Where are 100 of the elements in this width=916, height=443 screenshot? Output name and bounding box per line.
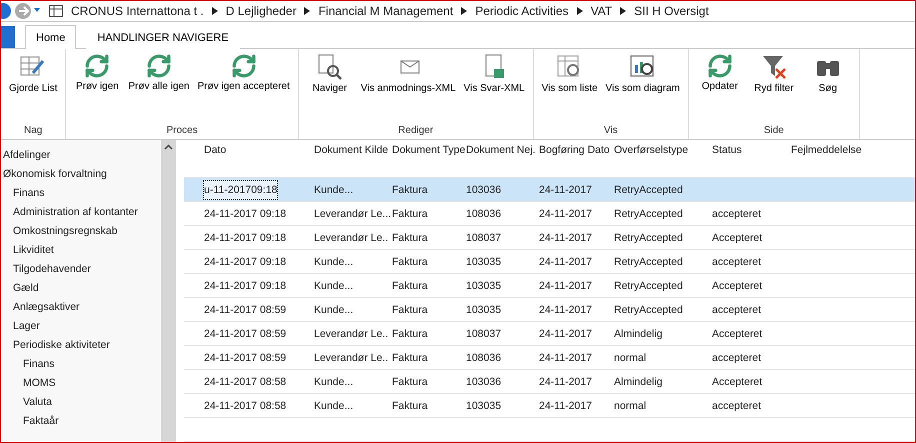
ribbon-action-button[interactable]: Opdater: [694, 49, 745, 125]
scrollbar[interactable]: [161, 140, 176, 442]
table-cell: Accepteret: [712, 328, 762, 340]
navigation-item[interactable]: Periodiske aktiviteter: [1, 336, 161, 355]
table-cell: u-11-201709:18: [204, 180, 278, 198]
breadcrumb-link[interactable]: Financial M Management: [318, 4, 454, 18]
column-header[interactable]: Dokument Nej.: [466, 140, 539, 157]
navigation-item[interactable]: Finans: [1, 355, 161, 374]
table-row[interactable]: 24-11-2017 09:18 Kunde... Faktura 103035 24-11-2017 RetryAccepted accepteret: [184, 250, 915, 274]
table-cell: Leverandør Le..: [314, 232, 388, 244]
group-label: Rediger: [398, 125, 434, 138]
table-cell: Leverandør Le..: [314, 352, 388, 364]
column-header[interactable]: Overførselstype: [614, 140, 712, 157]
table-row[interactable]: 24-11-2017 08:59 Kunde... Faktura 103035 24-11-2017 RetryAccepted accepteret: [184, 298, 915, 322]
table-cell: 24-11-2017 09:18: [204, 208, 286, 220]
table-cell: Faktura: [392, 280, 428, 292]
navigation-item[interactable]: Faktaår: [1, 412, 161, 431]
table-cell: 24-11-2017 08:58: [204, 376, 286, 388]
table-cell: 103036: [466, 376, 502, 388]
table-cell: 24-11-2017 09:18: [204, 256, 286, 268]
table-cell: 24-11-2017: [539, 184, 592, 196]
grid-icon: [49, 5, 63, 17]
ribbon-tab[interactable]: Home: [25, 25, 76, 49]
breadcrumb-link[interactable]: SII H Oversigt: [634, 4, 709, 18]
ribbon-action-button[interactable]: Prøv igen accepteret: [196, 49, 292, 125]
group-label: Nag: [24, 125, 42, 138]
table-cell: 24-11-2017 08:58: [204, 400, 286, 412]
table-cell: Kunde...: [314, 376, 354, 388]
breadcrumb-link[interactable]: D Lejligheder: [226, 4, 296, 18]
refresh-icon: [84, 53, 110, 79]
breadcrumb-arrow-icon: [212, 7, 218, 15]
breadcrumb-link[interactable]: VAT: [590, 4, 612, 18]
group-label: Proces: [166, 125, 198, 138]
navigation-item[interactable]: Likviditet: [1, 241, 161, 260]
refresh-icon: [146, 53, 172, 79]
navigation-item[interactable]: Økonomisk forvaltning: [1, 165, 161, 184]
navigation-item[interactable]: Tilgodehavender: [1, 260, 161, 279]
back-icon[interactable]: [1, 2, 41, 20]
column-header[interactable]: Bogføring Dato: [539, 140, 614, 157]
table-cell: RetryAccepted: [614, 232, 683, 244]
navigation-item[interactable]: Afdelinger: [1, 146, 161, 165]
table-row[interactable]: 24-11-2017 08:59 Leverandør Le.. Faktura 108036 24-11-2017 normal accepteret: [184, 346, 915, 370]
table-cell: Kunde...: [314, 280, 354, 292]
navigation-item[interactable]: Lager: [1, 317, 161, 336]
table-cell: Accepteret: [712, 280, 762, 292]
navigation-item[interactable]: Administration af kontanter: [1, 203, 161, 222]
ribbon-action-button[interactable]: Søg: [802, 49, 853, 125]
table-cell: Faktura: [392, 352, 428, 364]
navigation-item[interactable]: Anlægsaktiver: [1, 298, 161, 317]
column-header[interactable]: Fejlmeddelelse: [791, 140, 915, 157]
table-cell: Almindelig: [614, 376, 662, 388]
ribbon-action-button[interactable]: Naviger: [304, 49, 355, 125]
table-row[interactable]: 24-11-2017 09:18 Leverandør Le.. Faktura 108037 24-11-2017 RetryAccepted Accepteret: [184, 226, 915, 250]
breadcrumb-link[interactable]: Periodic Activities: [475, 4, 569, 18]
table-row[interactable]: 24-11-2017 08:58 Kunde... Faktura 103036 24-11-2017 Almindelig Accepteret: [184, 370, 915, 394]
ribbon-action-button[interactable]: Vis Svar-XML: [462, 49, 527, 125]
table-row[interactable]: u-11-201709:18 Kunde... Faktura 103036 24-11-2017 RetryAccepted: [184, 178, 915, 202]
table-cell: 24-11-2017 08:59: [204, 352, 286, 364]
breadcrumb-arrow-icon: [576, 7, 583, 15]
ribbon-action-button[interactable]: Prøv alle igen: [126, 49, 192, 125]
table-cell: 103036: [466, 184, 502, 196]
breadcrumb-link[interactable]: CRONUS Internattona t .: [71, 4, 204, 18]
table-cell: Faktura: [392, 184, 428, 196]
table-cell: Faktura: [392, 376, 428, 388]
document-search-icon: [316, 53, 344, 81]
navigation-item[interactable]: Valuta: [1, 393, 161, 412]
ribbon-action-button[interactable]: Vis som diagram: [604, 49, 682, 125]
navigation-item[interactable]: Finans: [1, 184, 161, 203]
table-cell: 24-11-2017 08:59: [204, 304, 286, 316]
table-cell: Kunde...: [314, 256, 354, 268]
ribbon-action-button[interactable]: Vis anmodnings-XML: [358, 49, 458, 125]
navigation-item[interactable]: MOMS: [1, 374, 161, 393]
ribbon-action-button[interactable]: Prøv igen: [72, 49, 122, 125]
table-cell: 24-11-2017: [539, 208, 592, 220]
ribbon-action-button[interactable]: Gjorde List: [7, 49, 60, 125]
column-header[interactable]: Dokument Type: [392, 140, 466, 157]
table-row[interactable]: 24-11-2017 08:58 Kunde... Faktura 103035 24-11-2017 normal accepteret: [184, 394, 915, 418]
ribbon-action-button[interactable]: Vis som liste: [540, 49, 600, 125]
table-cell: Faktura: [392, 328, 428, 340]
table-cell: accepteret: [712, 208, 762, 220]
table-row[interactable]: 24-11-2017 09:18 Kunde... Faktura 103035 24-11-2017 RetryAccepted Accepteret: [184, 274, 915, 298]
table-cell: Faktura: [392, 232, 428, 244]
table-cell: Accepteret: [712, 376, 762, 388]
table-cell: RetryAccepted: [614, 208, 683, 220]
table-cell: 103035: [466, 400, 502, 412]
table-cell: 24-11-2017: [539, 400, 592, 412]
navigation-item[interactable]: Omkostningsregnskab: [1, 222, 161, 241]
table-row[interactable]: 24-11-2017 09:18 Leverandør Le...Faktura 108036 24-11-2017 RetryAccepted accepteret: [184, 202, 915, 226]
column-header[interactable]: Dato: [204, 140, 314, 157]
ribbon-action-button[interactable]: Ryd filter: [748, 49, 799, 125]
column-header[interactable]: Status: [712, 140, 791, 157]
column-header[interactable]: Dokument Kilde: [314, 140, 392, 157]
table-cell: normal: [614, 352, 646, 364]
table-cell: 24-11-2017: [539, 376, 592, 388]
table-cell: Kunde...: [314, 400, 354, 412]
scroll-up-icon[interactable]: [164, 144, 173, 150]
breadcrumb-arrow-icon: [304, 7, 310, 15]
breadcrumb-arrow-icon: [461, 7, 468, 15]
navigation-item[interactable]: Gæld: [1, 279, 161, 298]
table-row[interactable]: 24-11-2017 08:59 Leverandør Le.. Faktura 108037 24-11-2017 Almindelig Accepteret: [184, 322, 915, 346]
